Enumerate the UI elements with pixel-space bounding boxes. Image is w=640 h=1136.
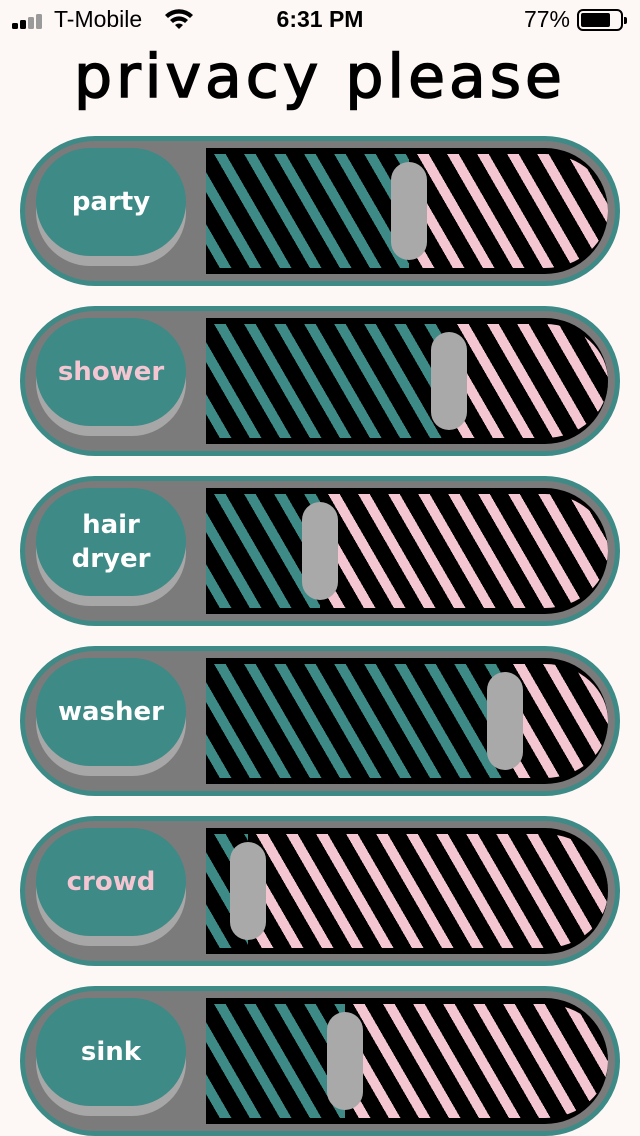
volume-slider-track[interactable] bbox=[206, 658, 608, 784]
volume-fill-active bbox=[206, 1004, 345, 1118]
volume-slider-thumb[interactable] bbox=[487, 672, 523, 770]
volume-fill-remaining bbox=[449, 324, 608, 438]
sound-slider-row: washer bbox=[20, 646, 620, 796]
volume-slider-thumb[interactable] bbox=[431, 332, 467, 430]
sound-slider-row: shower bbox=[20, 306, 620, 456]
volume-slider-track[interactable] bbox=[206, 998, 608, 1124]
sound-toggle-button[interactable]: washer bbox=[36, 658, 186, 766]
battery-percent: 77% bbox=[523, 6, 570, 32]
status-bar: T-Mobile 6:31 PM 77% bbox=[0, 0, 640, 40]
volume-slider-track[interactable] bbox=[206, 828, 608, 954]
sound-toggle-button[interactable]: sink bbox=[36, 998, 186, 1106]
volume-fill-remaining bbox=[320, 494, 608, 608]
volume-slider-thumb[interactable] bbox=[230, 842, 266, 940]
battery-icon bbox=[577, 9, 627, 31]
sound-toggle-button[interactable]: shower bbox=[36, 318, 186, 426]
sound-toggle-button[interactable]: crowd bbox=[36, 828, 186, 936]
volume-fill-active bbox=[206, 664, 505, 778]
volume-fill-remaining bbox=[345, 1004, 608, 1118]
sound-toggle-button[interactable]: hair dryer bbox=[36, 488, 186, 596]
volume-slider-track[interactable] bbox=[206, 488, 608, 614]
sound-slider-row: party bbox=[20, 136, 620, 286]
sound-toggle-button[interactable]: party bbox=[36, 148, 186, 256]
sound-slider-row: hair dryer bbox=[20, 476, 620, 626]
volume-slider-track[interactable] bbox=[206, 318, 608, 444]
sound-slider-row: crowd bbox=[20, 816, 620, 966]
volume-fill-remaining bbox=[248, 834, 608, 948]
app-title: privacy please bbox=[73, 41, 566, 113]
volume-fill-remaining bbox=[409, 154, 608, 268]
volume-slider-track[interactable] bbox=[206, 148, 608, 274]
sound-slider-row: sink bbox=[20, 986, 620, 1136]
volume-slider-thumb[interactable] bbox=[391, 162, 427, 260]
volume-slider-thumb[interactable] bbox=[327, 1012, 363, 1110]
volume-slider-thumb[interactable] bbox=[302, 502, 338, 600]
volume-fill-active bbox=[206, 324, 449, 438]
volume-fill-active bbox=[206, 154, 409, 268]
